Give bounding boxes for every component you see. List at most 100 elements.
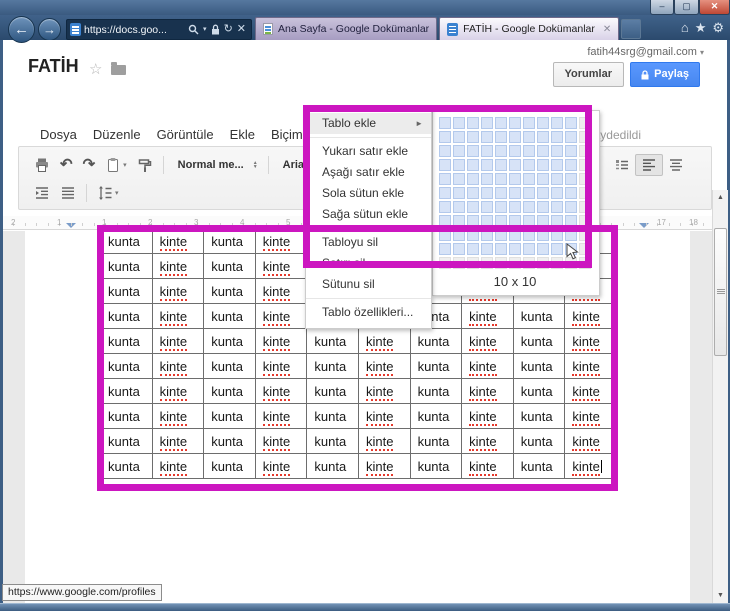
star-icon[interactable]: ☆ [89,60,102,78]
doc-title[interactable]: FATİH [28,56,79,77]
grid-size-cell[interactable] [439,229,451,241]
scroll-down-icon[interactable]: ▼ [713,592,728,599]
grid-size-cell[interactable] [495,215,507,227]
table-cell[interactable]: kinte [255,429,307,454]
grid-size-cell[interactable] [523,229,535,241]
grid-size-cell[interactable] [509,173,521,185]
table-cell[interactable]: kinte [565,354,617,379]
grid-size-cell[interactable] [523,159,535,171]
minimize-button[interactable]: – [650,0,674,15]
grid-size-cell[interactable] [523,201,535,213]
grid-size-cell[interactable] [579,117,591,129]
table-cell[interactable]: kinte [358,354,410,379]
table-cell[interactable]: kunta [204,354,256,379]
stop-icon[interactable]: ✕ [237,20,246,39]
grid-size-cell[interactable] [551,243,563,255]
grid-size-cell[interactable] [509,257,521,269]
table-menu-item[interactable]: Sütunu sil [306,274,431,295]
scrollbar-thumb[interactable] [714,228,727,356]
table-cell[interactable]: kunta [204,304,256,329]
table-cell[interactable]: kunta [204,454,256,479]
grid-size-cell[interactable] [509,145,521,157]
grid-size-cell[interactable] [453,173,465,185]
grid-size-cell[interactable] [579,159,591,171]
line-spacing-icon[interactable]: ▾ [92,183,124,203]
grid-size-cell[interactable] [467,229,479,241]
table-cell[interactable]: kinte [152,254,204,279]
grid-size-cell[interactable] [481,173,493,185]
table-cell[interactable]: kunta [410,404,462,429]
table-cell[interactable]: kunta [513,379,565,404]
grid-size-cell[interactable] [439,215,451,227]
align-left-icon[interactable] [635,154,663,176]
menubar-item[interactable]: Biçim [264,124,310,145]
table-cell[interactable]: kinte [462,379,514,404]
table-cell[interactable]: kinte [152,454,204,479]
list-icon[interactable] [609,155,635,175]
table-cell[interactable]: kunta [101,329,153,354]
grid-size-cell[interactable] [523,145,535,157]
table-cell[interactable]: kinte [462,354,514,379]
table-cell[interactable]: kunta [101,304,153,329]
table-cell[interactable]: kunta [204,229,256,254]
grid-size-cell[interactable] [509,117,521,129]
table-cell[interactable]: kinte [255,254,307,279]
table-cell[interactable]: kunta [307,454,359,479]
tab-ana-sayfa[interactable]: Ana Sayfa - Google Dokümanlar [255,17,437,40]
table-cell[interactable]: kunta [204,329,256,354]
grid-size-cell[interactable] [467,145,479,157]
folder-icon[interactable] [111,65,126,75]
grid-size-cell[interactable] [579,173,591,185]
table-cell[interactable]: kinte [255,454,307,479]
grid-size-cell[interactable] [537,117,549,129]
table-cell[interactable]: kinte [462,304,514,329]
table-cell[interactable]: kunta [101,379,153,404]
grid-size-cell[interactable] [481,145,493,157]
address-url[interactable]: https://docs.goo... [84,24,186,36]
table-cell[interactable]: kunta [307,354,359,379]
refresh-icon[interactable]: ↻ [224,20,233,39]
grid-size-cell[interactable] [439,173,451,185]
menubar-item[interactable]: Dosya [33,124,84,145]
table-cell[interactable]: kinte [565,404,617,429]
redo-icon[interactable]: ↷ [78,155,101,175]
table-cell[interactable]: kunta [204,279,256,304]
grid-size-cell[interactable] [495,257,507,269]
grid-size-cell[interactable] [509,243,521,255]
grid-size-cell[interactable] [537,229,549,241]
grid-size-cell[interactable] [453,229,465,241]
comments-button[interactable]: Yorumlar [553,62,624,87]
grid-size-cell[interactable] [523,187,535,199]
grid-size-cell[interactable] [523,243,535,255]
search-icon[interactable] [188,24,199,35]
grid-size-cell[interactable] [551,131,563,143]
table-cell[interactable]: kunta [410,329,462,354]
table-cell[interactable]: kunta [410,454,462,479]
table-cell[interactable]: kinte [462,454,514,479]
table-cell[interactable]: kunta [513,354,565,379]
table-cell[interactable]: kinte [358,429,410,454]
table-cell[interactable]: kunta [513,404,565,429]
grid-size-cell[interactable] [565,229,577,241]
table-cell[interactable]: kunta [204,254,256,279]
table-cell[interactable]: kinte [565,429,617,454]
table-cell[interactable]: kinte [152,379,204,404]
grid-size-cell[interactable] [565,201,577,213]
grid-size-cell[interactable] [537,243,549,255]
grid-size-cell[interactable] [537,145,549,157]
table-cell[interactable]: kunta [513,429,565,454]
indent-decrease-icon[interactable] [29,183,55,203]
vertical-scrollbar[interactable]: ▲ ▼ [712,190,728,603]
grid-size-cell[interactable] [453,117,465,129]
grid-size-cell[interactable] [467,159,479,171]
table-cell[interactable]: kunta [204,404,256,429]
menubar-item[interactable]: Düzenle [86,124,148,145]
grid-size-cell[interactable] [481,131,493,143]
grid-size-cell[interactable] [565,117,577,129]
new-tab-button[interactable] [621,19,641,39]
grid-size-cell[interactable] [579,131,591,143]
grid-size-cell[interactable] [551,201,563,213]
grid-size-cell[interactable] [537,173,549,185]
table-cell[interactable]: kinte [462,404,514,429]
grid-size-cell[interactable] [579,201,591,213]
